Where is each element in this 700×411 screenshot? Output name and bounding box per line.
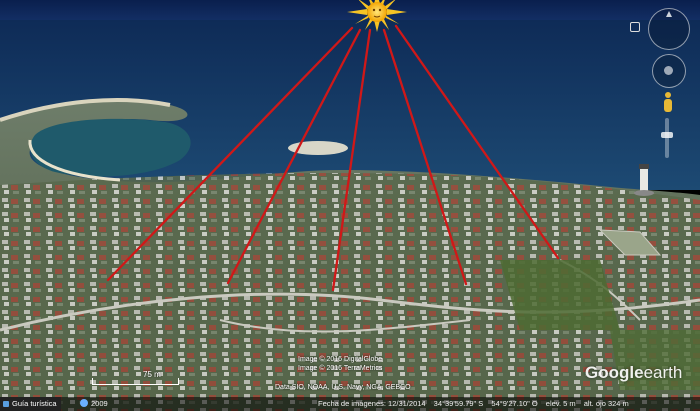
scale-bar	[92, 378, 179, 385]
zoom-slider[interactable]	[665, 118, 669, 158]
compass-icon[interactable]	[648, 8, 690, 50]
elevation: elev. 5 m	[545, 399, 576, 408]
credit-line-1: Image © 2016 DigitalGlobe	[298, 356, 383, 363]
scale-label: 75 m	[143, 370, 161, 379]
imagery-year: 2009	[91, 399, 108, 408]
tour-guide-icon	[3, 401, 9, 407]
logo-brand: Google	[585, 363, 644, 382]
status-readout: Fecha de imágenes: 12/31/2014 34°39'59.7…	[318, 397, 635, 411]
google-earth-logo: Googleearth	[585, 363, 682, 383]
status-bar: Guía turística 2009 Fecha de imágenes: 1…	[0, 397, 700, 411]
logo-product: earth	[643, 363, 683, 382]
tour-guide-button[interactable]: Guía turística	[0, 397, 61, 411]
look-joystick-icon[interactable]	[652, 54, 686, 88]
tour-guide-label: Guía turística	[12, 399, 57, 408]
earth-viewer[interactable]: Image © 2016 DigitalGlobe Image © 2016 T…	[0, 0, 700, 411]
longitude: 54°9'27.10" O	[491, 399, 538, 408]
imagery-date: Fecha de imágenes: 12/31/2014	[318, 399, 426, 408]
fullscreen-icon[interactable]	[630, 22, 640, 32]
navigation-controls	[648, 8, 690, 158]
eye-altitude: alt. ojo 324 m	[583, 399, 629, 408]
pegman-icon[interactable]	[662, 92, 674, 114]
data-credit: Data SIO, NOAA, U.S. Navy, NGA, GEBCO	[275, 384, 411, 391]
clock-icon	[80, 399, 88, 407]
aerial-imagery[interactable]	[0, 0, 700, 411]
zoom-thumb[interactable]	[661, 132, 673, 138]
latitude: 34°39'59.79" S	[433, 399, 484, 408]
imagery-credits: Image © 2016 DigitalGlobe Image © 2016 T…	[298, 355, 382, 373]
historical-imagery[interactable]: 2009	[80, 397, 108, 411]
credit-line-2: Image © 2016 TerraMetrics	[298, 365, 383, 372]
